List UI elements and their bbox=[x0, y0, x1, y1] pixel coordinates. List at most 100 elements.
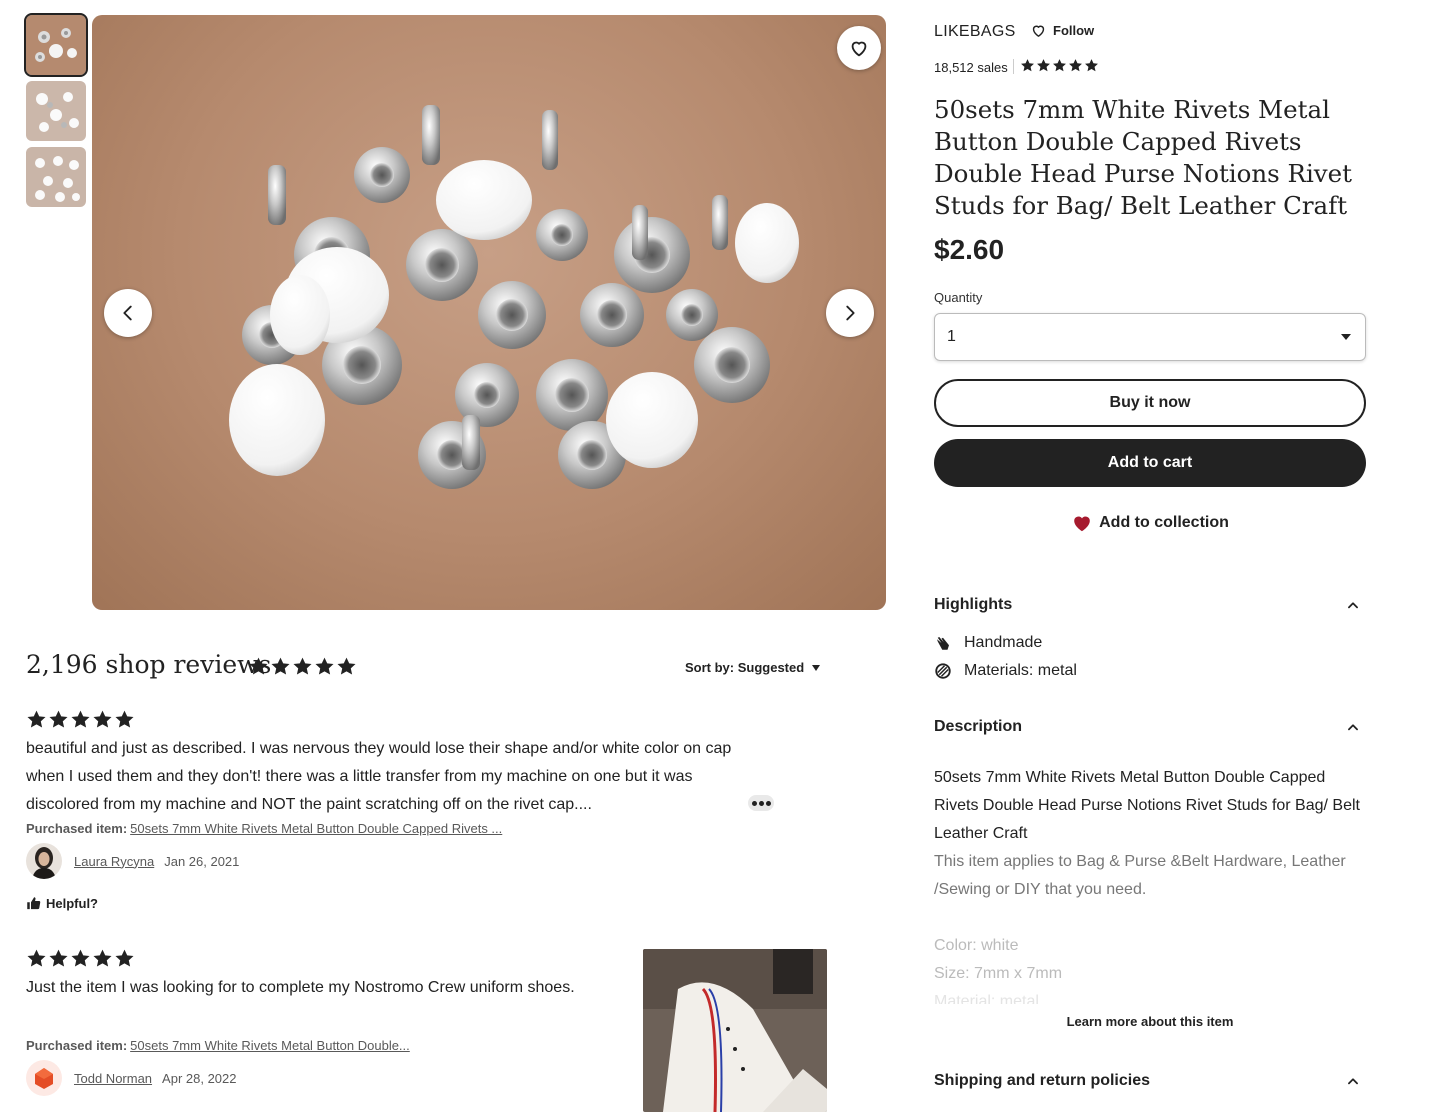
review-photo[interactable] bbox=[643, 949, 827, 1112]
purchased-item-link[interactable]: 50sets 7mm White Rivets Metal Button Dou… bbox=[130, 1038, 410, 1053]
description-line: Size: 7mm x 7mm bbox=[934, 965, 1063, 982]
highlights-toggle[interactable]: Highlights bbox=[934, 596, 1366, 614]
product-image bbox=[92, 15, 886, 610]
purchased-item: Purchased item: 50sets 7mm White Rivets M… bbox=[26, 821, 502, 836]
star-icon bbox=[49, 710, 68, 728]
star-icon bbox=[1021, 59, 1034, 72]
shipping-toggle[interactable]: Shipping and return policies bbox=[934, 1072, 1366, 1090]
add-to-collection-button[interactable]: Add to collection bbox=[934, 510, 1366, 536]
highlight-label: Handmade bbox=[964, 634, 1043, 651]
description-line: Color: white bbox=[934, 937, 1019, 954]
helpful-button[interactable]: Helpful? bbox=[26, 896, 98, 911]
purchased-label: Purchased item: bbox=[26, 1038, 128, 1053]
chevron-up-icon bbox=[1348, 1078, 1358, 1085]
thumbnail-3[interactable] bbox=[26, 147, 86, 207]
next-image-button[interactable] bbox=[826, 289, 874, 337]
star-icon bbox=[249, 657, 268, 675]
quantity-select[interactable]: 1 bbox=[934, 313, 1366, 361]
description-text: 50sets 7mm White Rivets Metal Button Dou… bbox=[934, 764, 1364, 1004]
hand-icon bbox=[937, 637, 949, 650]
star-icon bbox=[115, 710, 134, 728]
buy-now-button[interactable]: Buy it now bbox=[934, 379, 1366, 427]
description-line: This item applies to Bag & Purse &Belt H… bbox=[934, 853, 1346, 898]
reviewer: Todd Norman Apr 28, 2022 bbox=[26, 1060, 237, 1096]
caret-down-icon bbox=[812, 664, 821, 671]
follow-button[interactable]: Follow bbox=[1030, 22, 1094, 39]
dot-icon bbox=[751, 800, 757, 806]
reviewer-name-link[interactable]: Todd Norman bbox=[74, 1071, 152, 1086]
add-to-cart-button[interactable]: Add to cart bbox=[934, 439, 1366, 487]
description-line: 50sets 7mm White Rivets Metal Button Dou… bbox=[934, 769, 1360, 842]
shop-rating-stars bbox=[1020, 58, 1099, 73]
star-icon bbox=[115, 949, 134, 967]
reviewer-name-link[interactable]: Laura Rycyna bbox=[74, 854, 154, 869]
reviews-rating-stars bbox=[248, 656, 357, 677]
more-options-button[interactable] bbox=[748, 795, 774, 811]
price: $2.60 bbox=[934, 234, 1005, 265]
shop-name[interactable]: LIKEBAGS bbox=[934, 23, 1016, 41]
thumbs-up-icon bbox=[27, 897, 41, 910]
reviews-title: 2,196 shop reviews bbox=[26, 650, 272, 679]
previous-image-button[interactable] bbox=[104, 289, 152, 337]
caret-down-icon bbox=[1341, 334, 1351, 340]
shipping-header: Shipping and return policies bbox=[934, 1072, 1151, 1089]
review-date: Jan 26, 2021 bbox=[164, 853, 240, 869]
learn-more-link[interactable]: Learn more about this item bbox=[934, 1014, 1366, 1029]
avatar[interactable] bbox=[26, 843, 62, 879]
quantity-value: 1 bbox=[947, 328, 956, 345]
product-title: 50sets 7mm White Rivets Metal Button Dou… bbox=[934, 95, 1352, 220]
highlight-materials: Materials: metal bbox=[934, 662, 1077, 680]
star-icon bbox=[93, 710, 112, 728]
highlight-handmade: Handmade bbox=[934, 634, 1042, 652]
star-icon bbox=[27, 949, 46, 967]
star-icon bbox=[71, 949, 90, 967]
chevron-up-icon bbox=[1348, 602, 1358, 609]
heart-outline-icon bbox=[851, 41, 867, 57]
star-icon bbox=[1069, 59, 1082, 72]
avatar[interactable] bbox=[26, 1060, 62, 1096]
chevron-up-icon bbox=[1348, 724, 1358, 731]
star-icon bbox=[315, 657, 334, 675]
highlights-header: Highlights bbox=[934, 596, 1013, 613]
thumbnail-2[interactable] bbox=[26, 81, 86, 141]
sales-count: 18,512 sales bbox=[934, 60, 1008, 75]
star-icon bbox=[1085, 59, 1098, 72]
sort-label: Sort by: Suggested bbox=[685, 660, 805, 675]
description-line: Material: metal bbox=[934, 993, 1039, 1004]
star-icon bbox=[1037, 59, 1050, 72]
thumbnail-1[interactable] bbox=[24, 13, 88, 77]
star-icon bbox=[49, 949, 68, 967]
description-toggle[interactable]: Description bbox=[934, 718, 1366, 736]
star-icon bbox=[1053, 59, 1066, 72]
sort-dropdown[interactable]: Sort by: Suggested bbox=[685, 660, 821, 675]
divider bbox=[1013, 59, 1014, 74]
review-date: Apr 28, 2022 bbox=[162, 1070, 237, 1086]
star-icon bbox=[271, 657, 290, 675]
star-icon bbox=[71, 710, 90, 728]
description-header: Description bbox=[934, 718, 1023, 735]
heart-outline-icon bbox=[1032, 25, 1045, 37]
review-text: beautiful and just as described. I was n… bbox=[26, 740, 732, 813]
star-icon bbox=[27, 710, 46, 728]
purchased-item: Purchased item: 50sets 7mm White Rivets M… bbox=[26, 1038, 410, 1053]
helpful-label: Helpful? bbox=[46, 896, 98, 911]
materials-icon bbox=[935, 663, 951, 679]
review-rating-stars bbox=[26, 948, 135, 969]
purchased-label: Purchased item: bbox=[26, 821, 128, 836]
purchased-item-link[interactable]: 50sets 7mm White Rivets Metal Button Dou… bbox=[130, 821, 502, 836]
quantity-label: Quantity bbox=[934, 290, 983, 305]
follow-label: Follow bbox=[1053, 23, 1095, 38]
favorite-button[interactable] bbox=[837, 26, 881, 70]
dot-icon bbox=[758, 800, 764, 806]
reviewer: Laura Rycyna Jan 26, 2021 bbox=[26, 843, 239, 879]
star-icon bbox=[337, 657, 356, 675]
review-rating-stars bbox=[26, 709, 135, 730]
add-to-collection-label: Add to collection bbox=[1099, 514, 1229, 531]
review-text: Just the item I was looking for to compl… bbox=[26, 979, 575, 996]
dot-icon bbox=[765, 800, 771, 806]
rivets-photo bbox=[229, 105, 799, 489]
heart-filled-icon bbox=[1074, 516, 1090, 532]
chevron-right-icon bbox=[846, 305, 855, 321]
chevron-left-icon bbox=[123, 305, 132, 321]
highlight-label: Materials: metal bbox=[964, 662, 1077, 679]
